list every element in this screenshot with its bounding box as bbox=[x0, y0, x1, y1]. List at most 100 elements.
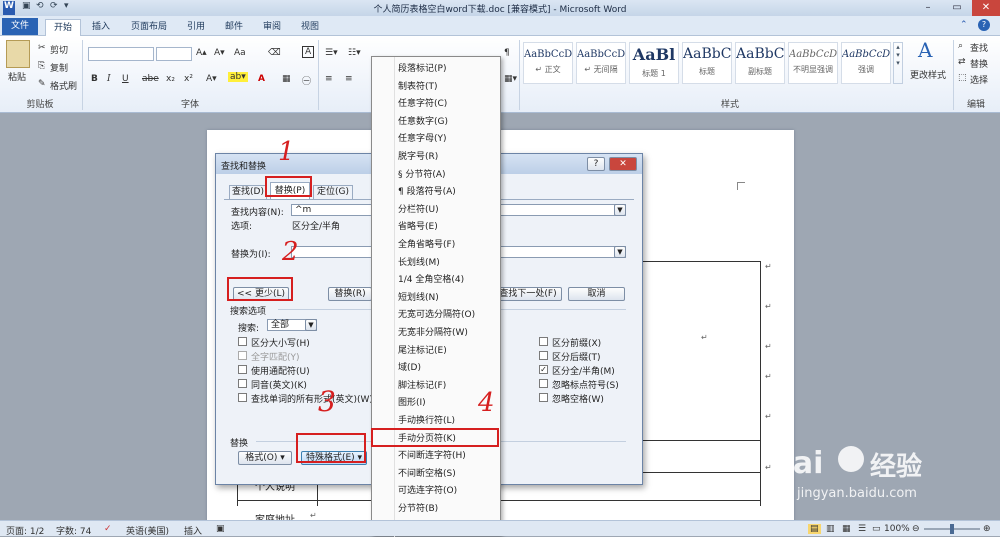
style-heading-1[interactable]: AaBl 标题 1 bbox=[629, 42, 679, 84]
menu-item[interactable]: 长划线(M) bbox=[398, 255, 440, 268]
highlight-icon[interactable]: ab▾ bbox=[228, 72, 248, 82]
font-name-combo[interactable] bbox=[88, 47, 154, 61]
paste-icon[interactable] bbox=[6, 40, 30, 68]
underline-button[interactable]: U bbox=[122, 74, 129, 84]
menu-item[interactable]: 图形(I) bbox=[398, 395, 426, 408]
menu-item[interactable]: 全角省略号(F) bbox=[398, 237, 455, 250]
cut-button[interactable]: 剪切 bbox=[50, 43, 68, 56]
copy-button[interactable]: 复制 bbox=[50, 61, 68, 74]
proofing-icon[interactable]: ✓ bbox=[104, 524, 112, 534]
select-button[interactable]: 选择 bbox=[970, 73, 988, 86]
menu-item[interactable]: 分栏符(U) bbox=[398, 202, 439, 215]
menu-item[interactable]: 制表符(T) bbox=[398, 79, 438, 92]
match-prefix-checkbox[interactable] bbox=[539, 337, 548, 346]
menu-item[interactable]: ¶ 段落符号(A) bbox=[398, 184, 456, 197]
whole-word-checkbox[interactable] bbox=[238, 351, 247, 360]
copy-icon[interactable]: ⎘ bbox=[38, 61, 45, 71]
wildcards-checkbox[interactable] bbox=[238, 365, 247, 374]
insert-mode[interactable]: 插入 bbox=[184, 524, 202, 537]
tab-view[interactable]: 视图 bbox=[294, 19, 326, 36]
menu-item[interactable]: 可选连字符(O) bbox=[398, 483, 457, 496]
ignore-punct-checkbox[interactable] bbox=[539, 379, 548, 388]
match-case-checkbox[interactable] bbox=[238, 337, 247, 346]
cancel-button[interactable]: 取消 bbox=[568, 287, 625, 301]
style-emphasis[interactable]: AaBbCcD 强调 bbox=[841, 42, 891, 84]
menu-item[interactable]: 段落标记(P) bbox=[398, 61, 446, 74]
font-size-combo[interactable] bbox=[156, 47, 192, 61]
find-icon[interactable]: ⌕ bbox=[958, 41, 963, 51]
tab-home[interactable]: 开始 bbox=[45, 19, 81, 36]
font-color-icon[interactable]: A bbox=[258, 74, 265, 84]
shrink-font-icon[interactable]: A▾ bbox=[214, 48, 225, 58]
zoom-out-icon[interactable]: ⊖ bbox=[912, 524, 920, 534]
select-icon[interactable]: ⬚ bbox=[958, 73, 967, 83]
bullets-icon[interactable]: ☰▾ bbox=[325, 48, 338, 58]
text-effects-icon[interactable]: A▾ bbox=[206, 74, 217, 84]
zoom-slider-thumb[interactable] bbox=[950, 524, 954, 534]
menu-item[interactable]: 无宽非分隔符(W) bbox=[398, 325, 468, 338]
italic-button[interactable]: I bbox=[107, 74, 111, 84]
bold-button[interactable]: B bbox=[91, 74, 98, 84]
all-word-forms-checkbox[interactable] bbox=[238, 393, 247, 402]
word-count[interactable]: 字数: 74 bbox=[56, 524, 91, 537]
menu-item[interactable]: 尾注标记(E) bbox=[398, 343, 447, 356]
match-width-checkbox[interactable]: ✓ bbox=[539, 365, 548, 374]
sounds-like-checkbox[interactable] bbox=[238, 379, 247, 388]
tab-review[interactable]: 审阅 bbox=[256, 19, 288, 36]
menu-item[interactable]: 任意数字(G) bbox=[398, 114, 448, 127]
minimize-icon[interactable]: – bbox=[914, 0, 942, 16]
format-menu-button[interactable]: 格式(O) ▾ bbox=[238, 451, 292, 465]
borders-icon[interactable]: ▦▾ bbox=[504, 74, 517, 84]
help-icon[interactable]: ? bbox=[978, 19, 990, 31]
menu-item[interactable]: 任意字符(C) bbox=[398, 96, 447, 109]
replace-history-dropdown-icon[interactable]: ▼ bbox=[614, 246, 626, 258]
full-screen-icon[interactable]: ▥ bbox=[826, 524, 835, 534]
tab-mailings[interactable]: 邮件 bbox=[218, 19, 250, 36]
clear-format-icon[interactable]: ⌫ bbox=[268, 48, 281, 58]
find-next-button[interactable]: 查找下一处(F) bbox=[494, 287, 562, 301]
menu-item[interactable]: 不间断连字符(H) bbox=[398, 448, 466, 461]
language[interactable]: 英语(美国) bbox=[126, 524, 169, 537]
scissors-icon[interactable]: ✂ bbox=[38, 43, 46, 53]
draft-icon[interactable]: ▭ bbox=[872, 524, 881, 534]
macro-icon[interactable]: ▣ bbox=[216, 524, 225, 534]
char-border-icon[interactable]: A bbox=[302, 46, 315, 58]
search-direction-dropdown-icon[interactable]: ▼ bbox=[305, 319, 317, 331]
ignore-space-checkbox[interactable] bbox=[539, 393, 548, 402]
menu-item[interactable]: 无宽可选分隔符(O) bbox=[398, 307, 475, 320]
tab-references[interactable]: 引用 bbox=[180, 19, 212, 36]
style-subtle-emphasis[interactable]: AaBbCcD 不明显强调 bbox=[788, 42, 838, 84]
style-normal[interactable]: AaBbCcDc ↵ 正文 bbox=[523, 42, 573, 84]
ribbon-minimize-icon[interactable]: ⌃ bbox=[960, 20, 968, 30]
change-case-icon[interactable]: Aa bbox=[234, 48, 246, 58]
maximize-icon[interactable]: ▭ bbox=[943, 0, 971, 16]
outline-icon[interactable]: ☰ bbox=[858, 524, 866, 534]
format-painter-icon[interactable]: ✎ bbox=[38, 79, 46, 89]
tab-page-layout[interactable]: 页面布局 bbox=[122, 19, 176, 36]
dialog-close-button[interactable]: ✕ bbox=[609, 157, 637, 171]
find-button[interactable]: 查找 bbox=[970, 41, 988, 54]
enclose-char-icon[interactable]: ㊀ bbox=[302, 74, 311, 87]
paste-button[interactable]: 粘贴 bbox=[8, 70, 26, 83]
replace-icon[interactable]: ⇄ bbox=[958, 57, 966, 67]
menu-item[interactable]: 1/4 全角空格(4) bbox=[398, 272, 464, 285]
menu-item[interactable]: 手动换行符(L) bbox=[398, 413, 455, 426]
align-center-icon[interactable]: ≡ bbox=[345, 74, 353, 84]
replace-button[interactable]: 替换(R) bbox=[328, 287, 372, 301]
strikethrough-button[interactable]: abe bbox=[142, 74, 159, 84]
grow-font-icon[interactable]: A▴ bbox=[196, 48, 207, 58]
format-painter-button[interactable]: 格式刷 bbox=[50, 79, 77, 92]
tab-goto[interactable]: 定位(G) bbox=[313, 185, 353, 199]
style-no-spacing[interactable]: AaBbCcDc ↵ 无间隔 bbox=[576, 42, 626, 84]
zoom-level[interactable]: 100% bbox=[884, 524, 910, 534]
tab-file[interactable]: 文件 bbox=[2, 18, 38, 35]
menu-item[interactable]: 省略号(E) bbox=[398, 219, 438, 232]
match-suffix-checkbox[interactable] bbox=[539, 351, 548, 360]
menu-item[interactable]: 脱字号(R) bbox=[398, 149, 438, 162]
close-window-icon[interactable]: ✕ bbox=[972, 0, 1000, 16]
char-shading-icon[interactable]: ▦ bbox=[282, 74, 291, 84]
styles-scroll-icon[interactable]: ▴ ▾ ▾ bbox=[893, 42, 903, 84]
style-subtitle[interactable]: AaBbC 副标题 bbox=[735, 42, 785, 84]
numbering-icon[interactable]: ☷▾ bbox=[348, 48, 361, 58]
change-styles-icon[interactable]: A bbox=[918, 38, 932, 62]
